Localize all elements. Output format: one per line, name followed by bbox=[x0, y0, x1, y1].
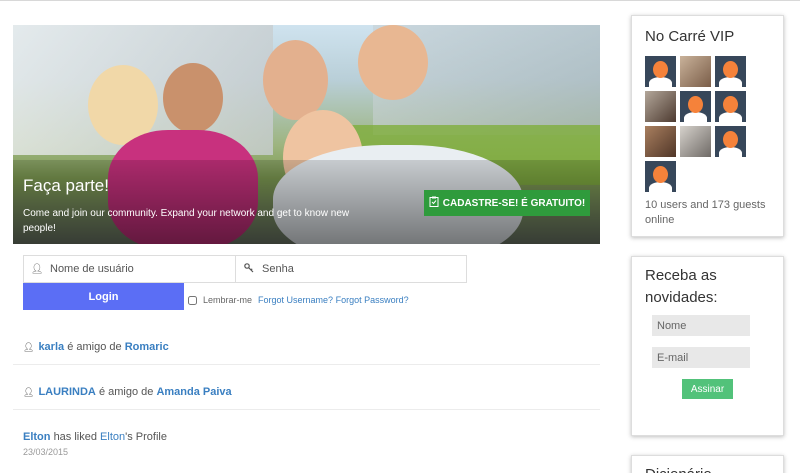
vip-avatar[interactable] bbox=[645, 161, 676, 192]
vip-avatar[interactable] bbox=[680, 91, 711, 122]
hero-title: Faça parte! bbox=[23, 176, 109, 195]
activity-actor-link[interactable]: Elton bbox=[23, 431, 51, 443]
top-border bbox=[0, 0, 800, 1]
hero-person bbox=[263, 40, 328, 120]
remember-row: Lembrar-me Forgot Username? Forgot Passw… bbox=[188, 295, 409, 305]
default-avatar-icon bbox=[653, 166, 668, 183]
activity-item: 👤︎ LAURINDA é amigo de Amanda Paiva bbox=[23, 386, 600, 398]
vip-avatar-grid bbox=[645, 56, 783, 192]
activity-verb: has liked bbox=[53, 431, 97, 443]
default-avatar-body bbox=[649, 182, 672, 192]
signup-button[interactable]: CADASTRE-SE! É GRATUITO! bbox=[424, 190, 590, 216]
username-field[interactable]: 👤︎ bbox=[23, 255, 236, 283]
default-avatar-icon bbox=[723, 96, 738, 113]
default-avatar-body bbox=[719, 112, 742, 122]
vip-avatar[interactable] bbox=[680, 126, 711, 157]
login-button[interactable]: Login bbox=[23, 283, 184, 310]
activity-item: 👤︎ karla é amigo de Romaric bbox=[23, 341, 600, 353]
vip-avatar[interactable] bbox=[645, 91, 676, 122]
key-icon bbox=[242, 262, 256, 276]
default-avatar-body bbox=[719, 77, 742, 87]
activity-item: Elton has liked Elton's Profile bbox=[23, 431, 600, 443]
hero-person bbox=[358, 25, 428, 100]
clipboard-check-icon bbox=[429, 196, 439, 210]
hero-person bbox=[163, 63, 223, 133]
vip-avatar[interactable] bbox=[715, 126, 746, 157]
default-avatar-icon bbox=[653, 61, 668, 78]
remember-label: Lembrar-me bbox=[203, 295, 253, 305]
user-icon: 👤︎ bbox=[23, 387, 35, 397]
password-field[interactable] bbox=[235, 255, 467, 283]
default-avatar-body bbox=[684, 112, 707, 122]
password-input[interactable] bbox=[262, 263, 432, 275]
username-input[interactable] bbox=[50, 263, 220, 275]
user-icon: 👤︎ bbox=[30, 263, 44, 275]
activity-date: 23/03/2015 bbox=[23, 447, 69, 457]
default-avatar-body bbox=[649, 77, 672, 87]
vip-avatar[interactable] bbox=[645, 56, 676, 87]
activity-actor-link[interactable]: LAURINDA bbox=[38, 386, 95, 398]
forgot-password-link[interactable]: Forgot Password? bbox=[336, 295, 409, 305]
forgot-username-link[interactable]: Forgot Username? bbox=[258, 295, 333, 305]
activity-divider bbox=[13, 409, 600, 410]
vip-avatar[interactable] bbox=[715, 91, 746, 122]
newsletter-title: Receba as novidades: bbox=[645, 267, 718, 306]
activity-target-link[interactable]: Romaric bbox=[125, 341, 169, 353]
online-count: 10 users and 173 guests online bbox=[645, 199, 766, 226]
activity-target-link[interactable]: Amanda Paiva bbox=[156, 386, 231, 398]
activity-target-link[interactable]: Elton bbox=[100, 431, 125, 443]
dictionary-widget: Dicionário bbox=[631, 455, 784, 473]
dictionary-title: Dicionário bbox=[645, 464, 783, 473]
subscribe-button[interactable]: Assinar bbox=[682, 379, 733, 399]
vip-avatar[interactable] bbox=[715, 56, 746, 87]
activity-divider bbox=[13, 364, 600, 365]
newsletter-name-input[interactable] bbox=[652, 315, 750, 336]
activity-verb: é amigo de bbox=[67, 341, 122, 353]
user-icon: 👤︎ bbox=[23, 342, 35, 352]
hero-subtitle: Come and join our community. Expand your… bbox=[23, 208, 350, 234]
default-avatar-body bbox=[719, 147, 742, 157]
default-avatar-icon bbox=[688, 96, 703, 113]
newsletter-email-input[interactable] bbox=[652, 347, 750, 368]
activity-verb: é amigo de bbox=[98, 386, 154, 398]
hero-banner: Faça parte! Come and join our community.… bbox=[13, 25, 600, 244]
activity-actor-link[interactable]: karla bbox=[38, 341, 64, 353]
vip-widget: No Carré VIP 10 users and 173 guests onl… bbox=[631, 15, 784, 237]
vip-avatar[interactable] bbox=[680, 56, 711, 87]
activity-suffix: 's Profile bbox=[125, 431, 167, 443]
vip-avatar[interactable] bbox=[645, 126, 676, 157]
newsletter-widget: Receba as novidades: Assinar bbox=[631, 256, 784, 436]
vip-title: No Carré VIP bbox=[645, 28, 735, 45]
default-avatar-icon bbox=[723, 61, 738, 78]
remember-checkbox[interactable] bbox=[188, 295, 197, 305]
default-avatar-icon bbox=[723, 131, 738, 148]
signup-button-label: CADASTRE-SE! É GRATUITO! bbox=[442, 197, 586, 209]
